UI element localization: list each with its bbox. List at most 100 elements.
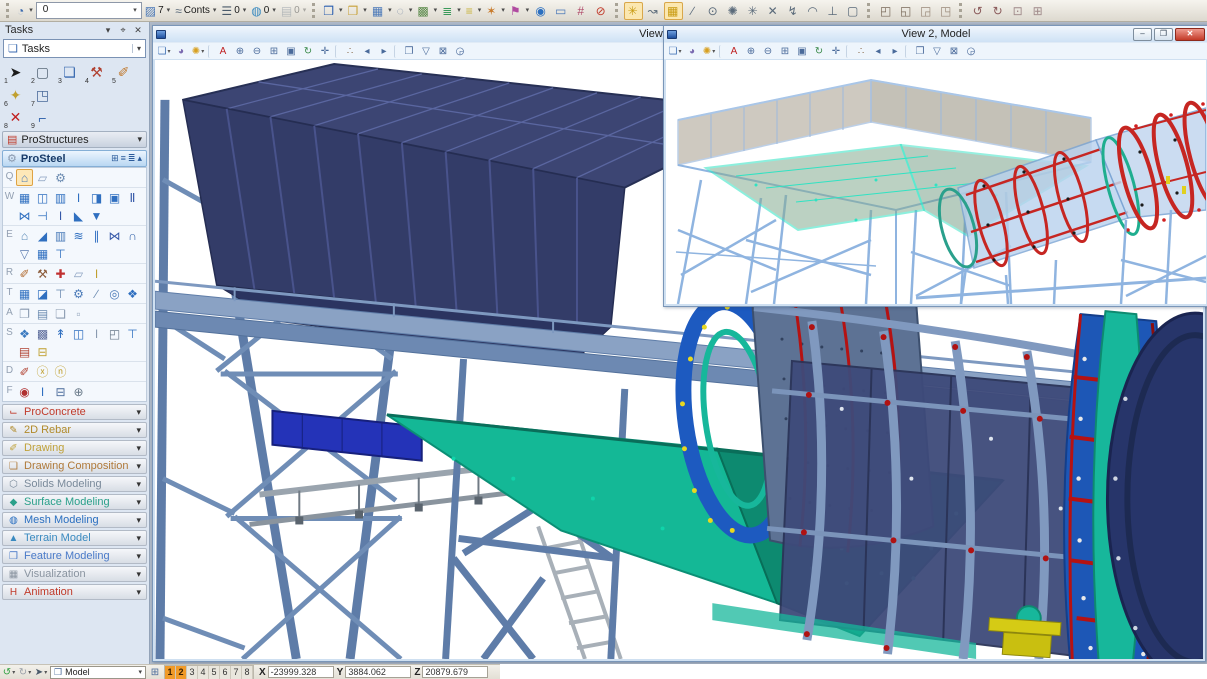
view-toggle[interactable]: 2	[176, 666, 187, 679]
groups-task[interactable]: ✦6	[3, 85, 28, 106]
walk[interactable]: ∴	[342, 44, 358, 59]
modify-task[interactable]: ⚒4	[84, 62, 109, 83]
view-toggle[interactable]: 3	[187, 666, 198, 679]
palette-icon[interactable]: ❖	[124, 285, 141, 302]
chevron-down-icon[interactable]: ▾	[138, 668, 142, 676]
view-toggle[interactable]: 7	[231, 666, 242, 679]
view-toolbar-button[interactable]	[905, 45, 910, 58]
undo-tool[interactable]: ↺	[968, 2, 987, 20]
task-section-header[interactable]: ▲Terrain Model▾	[2, 530, 147, 546]
restore-button[interactable]: ❐	[1154, 28, 1173, 41]
center-snap[interactable]: ⊙	[704, 2, 723, 20]
palette-list[interactable]: ≡	[121, 153, 126, 164]
palette-icon[interactable]: ⊤	[52, 285, 69, 302]
task-section-header[interactable]: ❒Feature Modeling▾	[2, 548, 147, 564]
palette-icon[interactable]: ▦	[16, 285, 33, 302]
zoom-out[interactable]: ⊖	[760, 44, 776, 59]
chevron-down-icon[interactable]: ▾	[136, 461, 141, 472]
palette-icon[interactable]: ❖	[16, 325, 33, 342]
view-display-mode[interactable]: ❏	[667, 44, 683, 59]
chevron-down-icon[interactable]: ▾	[136, 479, 141, 490]
markups[interactable]: ⚑	[508, 2, 531, 20]
chevron-down-icon[interactable]: ▾	[136, 407, 141, 418]
accusnap-toggle[interactable]: ✳	[624, 2, 643, 20]
chevron-down-icon[interactable]: ▾	[137, 134, 142, 145]
palette-icon[interactable]: ▥	[52, 227, 69, 244]
palette-icon[interactable]: ▤	[34, 305, 51, 322]
toolbar-grip[interactable]	[615, 3, 620, 18]
zoom-out[interactable]: ⊖	[249, 44, 265, 59]
perpendicular-snap[interactable]: ⊥	[824, 2, 843, 20]
intersection-snap[interactable]: ✕	[764, 2, 783, 20]
view-toggle[interactable]: 8	[242, 666, 253, 679]
palette-icon[interactable]: ▩	[34, 325, 51, 342]
palette-icon[interactable]: Ⅱ	[124, 189, 141, 206]
clip-mask[interactable]: ⊠	[435, 44, 451, 59]
palette-icon[interactable]: ⚙	[52, 169, 69, 186]
task-section-header[interactable]: ⬡Solids Modeling▾	[2, 476, 147, 492]
active-line-style[interactable]: ≈Conts	[173, 2, 218, 20]
acs-rotate[interactable]: ◰	[876, 2, 895, 20]
palette-icon[interactable]: ⌂	[16, 169, 33, 186]
element-information[interactable]: ◉	[532, 2, 551, 20]
view2-viewport[interactable]	[664, 59, 1207, 306]
palette-icon[interactable]: ⌂	[16, 227, 33, 244]
view-previous[interactable]: ◂	[870, 44, 886, 59]
palette-icon[interactable]: ∕	[88, 285, 105, 302]
view-render-mode[interactable]: ◕	[173, 44, 189, 59]
panel-close[interactable]: ✕	[132, 25, 144, 36]
view-toggle[interactable]: 4	[198, 666, 209, 679]
popset-toggle[interactable]: ⊘	[592, 2, 611, 20]
references[interactable]: ❐	[346, 2, 369, 20]
palette-icon[interactable]: ⊟	[52, 383, 69, 400]
palette-icon[interactable]: ⓧ	[34, 363, 51, 380]
palette-big-icons[interactable]: ⊞	[111, 153, 119, 164]
copy-view[interactable]: ❐	[912, 44, 928, 59]
acs-define[interactable]: ◱	[896, 2, 915, 20]
clip-volume[interactable]: ▽	[418, 44, 434, 59]
active-level-combo[interactable]: 0	[36, 2, 142, 19]
origin-snap[interactable]: ✺	[724, 2, 743, 20]
view-next[interactable]: ▸	[887, 44, 903, 59]
rotate-view[interactable]: ↻	[811, 44, 827, 59]
element-selection[interactable]: ✶	[484, 2, 507, 20]
pan-view[interactable]: ✛	[828, 44, 844, 59]
palette-icon[interactable]: ⓝ	[52, 363, 69, 380]
active-priority[interactable]: ▤0	[279, 2, 308, 20]
toolbar-grip[interactable]	[312, 3, 317, 18]
coordinate-value[interactable]: 3884.062	[345, 666, 411, 678]
dimension-task[interactable]: ⌐9	[30, 107, 55, 128]
palette-icon[interactable]: I	[70, 189, 87, 206]
keypoint-snap[interactable]: ✳	[744, 2, 763, 20]
update-view[interactable]: ◶	[963, 44, 979, 59]
undo-button[interactable]: ↺	[2, 666, 16, 679]
coordinate-value[interactable]: 20879.679	[422, 666, 488, 678]
zoom-in[interactable]: ⊕	[743, 44, 759, 59]
adjust-view-brightness[interactable]: ✺	[190, 44, 206, 59]
chevron-down-icon[interactable]: ▾	[136, 425, 141, 436]
coordinate-value[interactable]: -23999.328	[268, 666, 334, 678]
copy-view[interactable]: ❐	[401, 44, 417, 59]
task-section-header[interactable]: HAnimation▾	[2, 584, 147, 600]
acs-select[interactable]: ◲	[916, 2, 935, 20]
toolbar-grip[interactable]	[959, 3, 964, 18]
palette-icon[interactable]: ✐	[16, 265, 33, 282]
level-display[interactable]: ≡	[464, 2, 484, 20]
palette-icon[interactable]: ▽	[16, 245, 33, 262]
task-section-header[interactable]: ◆Surface Modeling▾	[2, 494, 147, 510]
chevron-down-icon[interactable]: ▾	[136, 569, 141, 580]
palette-icon[interactable]: I	[34, 383, 51, 400]
view-toolbar-button[interactable]	[846, 45, 851, 58]
update-view[interactable]: ◶	[452, 44, 468, 59]
key-in-window[interactable]: ▭	[552, 2, 571, 20]
window-area[interactable]: ⊞	[777, 44, 793, 59]
palette-icon[interactable]: ∥	[88, 227, 105, 244]
palette-icon[interactable]: ◫	[70, 325, 87, 342]
active-color[interactable]: ▨7	[143, 2, 172, 20]
view-attributes[interactable]: A	[215, 44, 231, 59]
palette-icon[interactable]: ◫	[34, 189, 51, 206]
palette-icon[interactable]: ✚	[52, 265, 69, 282]
undo-mark-tool[interactable]: ⊞	[1028, 2, 1047, 20]
task-section-header[interactable]: ◍Mesh Modeling▾	[2, 512, 147, 528]
palette-icon[interactable]: ▫	[70, 305, 87, 322]
